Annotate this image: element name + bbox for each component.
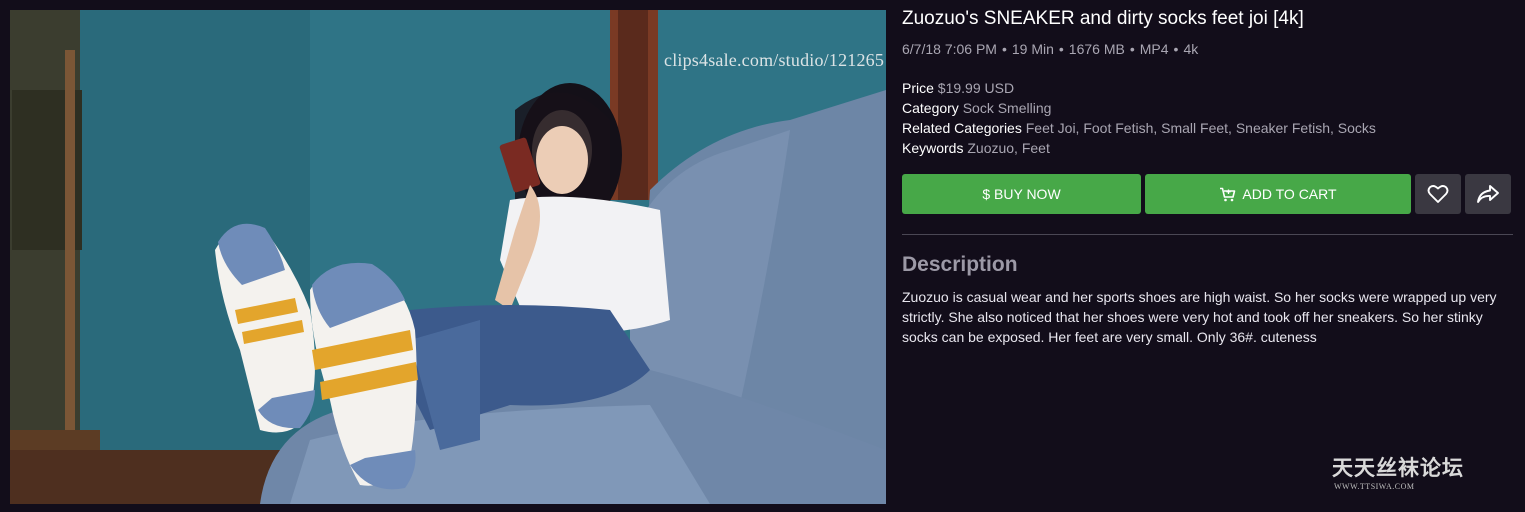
product-meta: 6/7/18 7:06 PM • 19 Min • 1676 MB • MP4 • 4k [902, 41, 1514, 57]
preview-scene [10, 10, 886, 504]
action-bar: $ BUY NOW ADD TO CART [902, 174, 1514, 214]
related-categories-links[interactable]: Feet Joi, Foot Fetish, Small Feet, Sneak… [1026, 120, 1376, 136]
meta-size: 1676 MB [1068, 41, 1125, 57]
section-divider [902, 234, 1513, 235]
product-fields: Price $19.99 USD Category Sock Smelling … [902, 78, 1514, 158]
forum-watermark-url: WWW.TTSIWA.COM [1334, 482, 1415, 491]
share-button[interactable] [1465, 174, 1511, 214]
preview-watermark: clips4sale.com/studio/121265 [664, 50, 885, 70]
add-to-cart-button[interactable]: ADD TO CART [1145, 174, 1411, 214]
meta-quality: 4k [1183, 41, 1199, 57]
meta-separator-dot: • [1058, 41, 1064, 57]
price-value: $19.99 USD [937, 80, 1015, 96]
meta-separator-dot: • [1173, 41, 1179, 57]
meta-duration: 19 Min [1011, 41, 1054, 57]
price-row: Price $19.99 USD [902, 78, 1514, 98]
forum-watermark: 天天丝袜论坛 WWW.TTSIWA.COM [1332, 452, 1492, 491]
meta-date: 6/7/18 7:06 PM [902, 41, 997, 57]
share-icon [1477, 185, 1499, 203]
favorite-button[interactable] [1415, 174, 1461, 214]
related-categories-row: Related Categories Feet Joi, Foot Fetish… [902, 118, 1514, 138]
description-text: Zuozuo is casual wear and her sports sho… [902, 289, 1497, 345]
description-heading: Description [902, 253, 1018, 276]
keywords-label: Keywords [902, 140, 964, 156]
meta-separator-dot: • [1129, 41, 1135, 57]
buy-now-button[interactable]: $ BUY NOW [902, 174, 1141, 214]
video-preview-image[interactable]: clips4sale.com/studio/121265 [10, 10, 886, 504]
add-to-cart-label: ADD TO CART [1242, 186, 1337, 202]
forum-watermark-chinese: 天天丝袜论坛 [1332, 455, 1464, 480]
category-link[interactable]: Sock Smelling [963, 100, 1052, 116]
product-title: Zuozuo's SNEAKER and dirty socks feet jo… [902, 8, 1304, 29]
product-info-panel: Zuozuo's SNEAKER and dirty socks feet jo… [902, 8, 1514, 347]
buy-now-label: $ BUY NOW [982, 186, 1061, 202]
category-row: Category Sock Smelling [902, 98, 1514, 118]
heart-icon [1427, 185, 1449, 203]
keywords-row: Keywords Zuozuo, Feet [902, 138, 1514, 158]
meta-separator-dot: • [1001, 41, 1007, 57]
price-label: Price [902, 80, 934, 96]
keywords-links[interactable]: Zuozuo, Feet [967, 140, 1050, 156]
related-categories-label: Related Categories [902, 120, 1022, 136]
category-label: Category [902, 100, 959, 116]
meta-format: MP4 [1139, 41, 1169, 57]
cart-icon [1220, 187, 1236, 201]
